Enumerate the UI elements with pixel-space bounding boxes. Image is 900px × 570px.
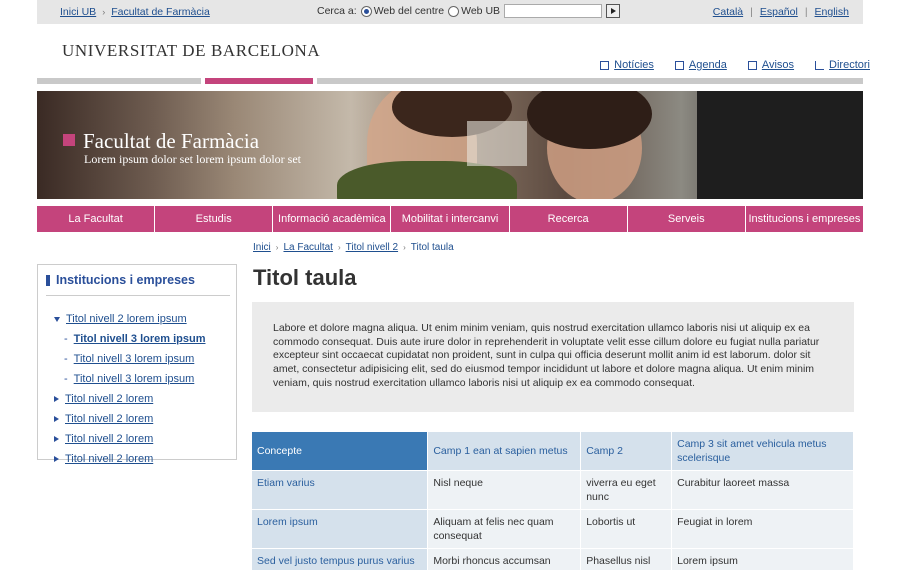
sidebar-menu: Titol nivell 2 lorem ipsum - Titol nivell…: [38, 309, 236, 469]
banner-subtitle: Lorem ipsum dolor set lorem ipsum dolor …: [84, 152, 301, 166]
language-switcher: Català | Español | English: [712, 6, 849, 18]
sidebar-item[interactable]: Titol nivell 2 lorem: [38, 449, 236, 469]
directory-icon: [815, 60, 825, 70]
table-cell: Nisl neque: [427, 470, 582, 510]
top-crumbs: Inici UB › Facultat de Farmàcia: [60, 6, 210, 18]
banner-photo-shirt-1: [337, 161, 517, 199]
breadcrumb-la-facultat[interactable]: La Facultat: [283, 242, 332, 253]
caret-right-icon: [54, 416, 59, 422]
utility-bar: Inici UB › Facultat de Farmàcia Cerca a: W…: [37, 0, 863, 24]
lang-english[interactable]: English: [815, 6, 849, 18]
header-rule-accent: [205, 78, 313, 84]
banner-title-box: Facultat de Farmàcia Lorem ipsum dolor s…: [63, 129, 301, 167]
table-row: Sed vel justo tempus purus varius Morbi …: [252, 548, 854, 570]
header-rule-right: [317, 78, 863, 84]
column-header: Camp 2: [580, 432, 673, 471]
banner-photo-monitor: [697, 91, 863, 199]
row-header: Etiam varius: [252, 470, 429, 510]
intro-text: Labore et dolore magna aliqua. Ut enim m…: [252, 302, 854, 412]
banner-title: Facultat de Farmàcia: [83, 129, 260, 153]
quicklink-avisos[interactable]: Avisos: [747, 59, 794, 71]
sidebar-item[interactable]: Titol nivell 2 lorem: [38, 409, 236, 429]
breadcrumb-current: Titol taula: [410, 242, 454, 253]
caret-down-icon: [54, 316, 60, 322]
table-row: Lorem ipsum Aliquam at felis nec quam co…: [252, 509, 854, 549]
table-cell: Aliquam at felis nec quam consequat: [427, 509, 582, 549]
top-crumb-inici-ub[interactable]: Inici UB: [60, 6, 96, 18]
breadcrumb-inici[interactable]: Inici: [253, 242, 271, 253]
sidebar-item[interactable]: Titol nivell 2 lorem: [38, 429, 236, 449]
table-cell: Lobortis ut: [580, 509, 673, 549]
nav-recerca[interactable]: Recerca: [509, 206, 628, 232]
row-header: Sed vel justo tempus purus varius: [252, 548, 429, 570]
data-table: Concepte Camp 1 ean at sapien metus Camp…: [252, 432, 854, 570]
caret-right-icon: [54, 396, 59, 402]
lang-catala[interactable]: Català: [713, 6, 743, 18]
row-header: Lorem ipsum: [252, 509, 429, 549]
column-header: Concepte: [252, 432, 429, 471]
search-label: Cerca a:: [317, 5, 357, 17]
nav-la-facultat[interactable]: La Facultat: [37, 206, 156, 232]
header-rule-left: [37, 78, 201, 84]
news-icon: [600, 60, 610, 70]
nav-informacio-academica[interactable]: Informació acadèmica: [273, 206, 392, 232]
chevron-right-icon: ›: [403, 243, 406, 252]
table-cell: Morbi rhoncus accumsan: [427, 548, 582, 570]
sidebar: Institucions i empreses Titol nivell 2 l…: [37, 264, 237, 465]
caret-right-icon: [54, 456, 59, 462]
search-submit-button[interactable]: [606, 4, 621, 18]
hero-banner: Facultat de Farmàcia Lorem ipsum dolor s…: [37, 91, 863, 199]
sidebar-subitem[interactable]: - Titol nivell 3 lorem ipsum: [38, 349, 236, 369]
table-cell: viverra eu eget nunc: [580, 470, 673, 510]
table-cell: Lorem ipsum: [671, 548, 854, 570]
quicklink-directori[interactable]: Directori: [815, 59, 870, 71]
quick-links: Notícies Agenda Avisos Directori: [579, 59, 870, 71]
breadcrumb: Inici › La Facultat › Titol nivell 2 › Titol t…: [253, 242, 454, 253]
caret-right-icon: [54, 436, 59, 442]
breadcrumb-nivell-2[interactable]: Titol nivell 2: [346, 242, 398, 253]
nav-mobilitat[interactable]: Mobilitat i intercanvi: [391, 206, 510, 232]
table-cell: Feugiat in lorem: [671, 509, 854, 549]
nav-serveis[interactable]: Serveis: [627, 206, 746, 232]
nav-estudis[interactable]: Estudis: [155, 206, 274, 232]
main-navigation: La Facultat Estudis Informació acadèmica…: [37, 206, 863, 232]
table-cell: Curabitur laoreet massa: [671, 470, 854, 510]
sidebar-subitem[interactable]: - Titol nivell 3 lorem ipsum: [38, 369, 236, 389]
calendar-icon: [674, 60, 684, 70]
accent-square: [63, 134, 75, 146]
sidebar-item[interactable]: Titol nivell 2 lorem ipsum: [38, 309, 236, 329]
chevron-right-icon: ›: [337, 243, 341, 252]
quicklink-noticies[interactable]: Notícies: [600, 59, 654, 71]
banner-photo-poster: [467, 121, 527, 166]
top-crumb-facultat[interactable]: Facultat de Farmàcia: [111, 6, 210, 18]
table-cell: Phasellus nisl: [580, 548, 673, 570]
site-search: Cerca a: Web del centre Web UB: [317, 4, 621, 18]
university-logo[interactable]: UNIVERSITAT DE BARCELONA: [62, 41, 320, 61]
chevron-right-icon: ›: [102, 7, 106, 17]
notice-icon: [747, 60, 757, 70]
scope-label-centre[interactable]: Web del centre: [374, 5, 444, 17]
sidebar-subitem-active[interactable]: - Titol nivell 3 lorem ipsum: [38, 329, 236, 349]
scope-radio-ub[interactable]: [448, 5, 460, 17]
scope-label-ub[interactable]: Web UB: [461, 5, 500, 17]
search-input[interactable]: [504, 4, 603, 18]
chevron-right-icon: ›: [275, 243, 279, 252]
column-header: Camp 3 sit amet vehicula metus scelerisq…: [671, 432, 854, 471]
scope-radio-centre[interactable]: [360, 5, 372, 17]
column-header: Camp 1 ean at sapien metus: [427, 432, 582, 471]
sidebar-heading: Institucions i empreses: [46, 273, 230, 296]
lang-espanol[interactable]: Español: [760, 6, 798, 18]
heading-marker: [46, 274, 50, 286]
table-header-row: Concepte Camp 1 ean at sapien metus Camp…: [252, 432, 854, 471]
nav-institucions[interactable]: Institucions i empreses: [745, 206, 863, 232]
sidebar-item[interactable]: Titol nivell 2 lorem: [38, 389, 236, 409]
table-row: Etiam varius Nisl neque viverra eu eget …: [252, 470, 854, 510]
quicklink-agenda[interactable]: Agenda: [674, 59, 727, 71]
page-title: Titol taula: [253, 265, 357, 290]
